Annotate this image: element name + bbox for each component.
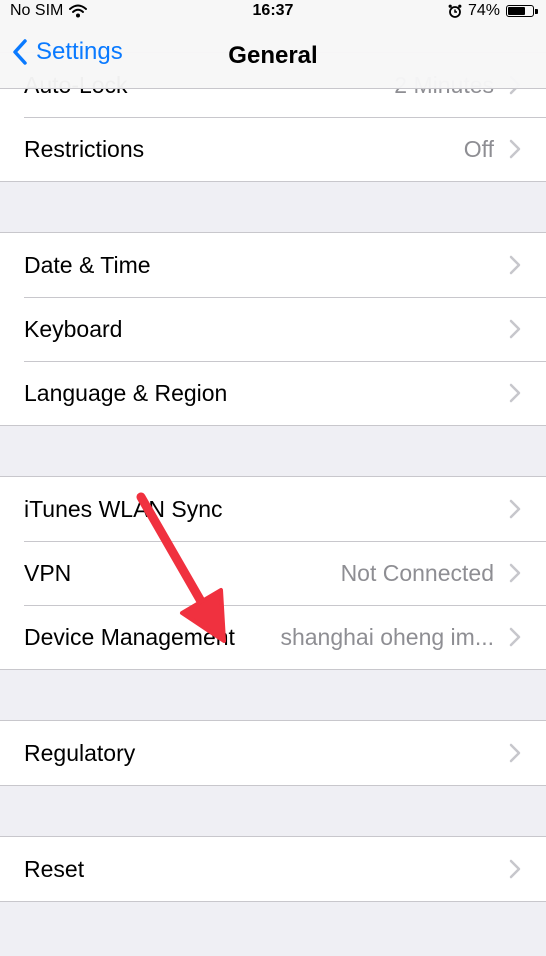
row-reset[interactable]: Reset xyxy=(0,837,546,901)
group-reset: Reset xyxy=(0,836,546,902)
chevron-right-icon xyxy=(509,499,521,519)
row-language-region[interactable]: Language & Region xyxy=(0,361,546,425)
row-label: Device Management xyxy=(24,623,235,650)
chevron-right-icon xyxy=(509,139,521,159)
row-vpn[interactable]: VPN Not Connected xyxy=(0,541,546,605)
row-keyboard[interactable]: Keyboard xyxy=(0,297,546,361)
chevron-right-icon xyxy=(509,627,521,647)
chevron-right-icon xyxy=(509,319,521,339)
settings-list[interactable]: Auto-Lock 2 Minutes Restrictions Off Dat… xyxy=(0,52,546,902)
row-label: Restrictions xyxy=(24,135,145,162)
group-network: iTunes WLAN Sync VPN Not Connected Devic… xyxy=(0,476,546,670)
row-label: Reset xyxy=(24,855,85,882)
row-device-management[interactable]: Device Management shanghai oheng im... xyxy=(0,605,546,669)
battery-fill xyxy=(508,7,526,15)
row-date-time[interactable]: Date & Time xyxy=(0,233,546,297)
row-label: Language & Region xyxy=(24,379,228,406)
status-right: 74% xyxy=(448,2,538,20)
chevron-right-icon xyxy=(509,859,521,879)
row-label: iTunes WLAN Sync xyxy=(24,495,223,522)
row-regulatory[interactable]: Regulatory xyxy=(0,721,546,785)
row-itunes-wlan-sync[interactable]: iTunes WLAN Sync xyxy=(0,477,546,541)
row-restrictions[interactable]: Restrictions Off xyxy=(0,117,546,181)
row-label: VPN xyxy=(24,559,72,586)
chevron-right-icon xyxy=(509,383,521,403)
battery-icon xyxy=(506,5,538,17)
row-label: Regulatory xyxy=(24,739,136,766)
row-label: Date & Time xyxy=(24,251,151,278)
row-value: Not Connected xyxy=(340,559,494,586)
chevron-right-icon xyxy=(509,743,521,763)
navigation-bar: Settings General xyxy=(0,22,546,89)
group-regulatory: Regulatory xyxy=(0,720,546,786)
battery-nub xyxy=(535,9,538,14)
row-value: Off xyxy=(463,135,494,162)
alarm-icon xyxy=(448,4,462,18)
group-input: Date & Time Keyboard Language & Region xyxy=(0,232,546,426)
chevron-right-icon xyxy=(509,563,521,583)
battery-percent: 74% xyxy=(467,2,500,19)
row-label: Keyboard xyxy=(24,315,123,342)
page-title: General xyxy=(228,42,318,69)
status-bar: No SIM 16:37 74% xyxy=(0,0,546,22)
settings-general-screen: Auto-Lock 2 Minutes Restrictions Off Dat… xyxy=(0,0,546,956)
chevron-right-icon xyxy=(509,255,521,275)
row-value: shanghai oheng im... xyxy=(280,623,494,650)
